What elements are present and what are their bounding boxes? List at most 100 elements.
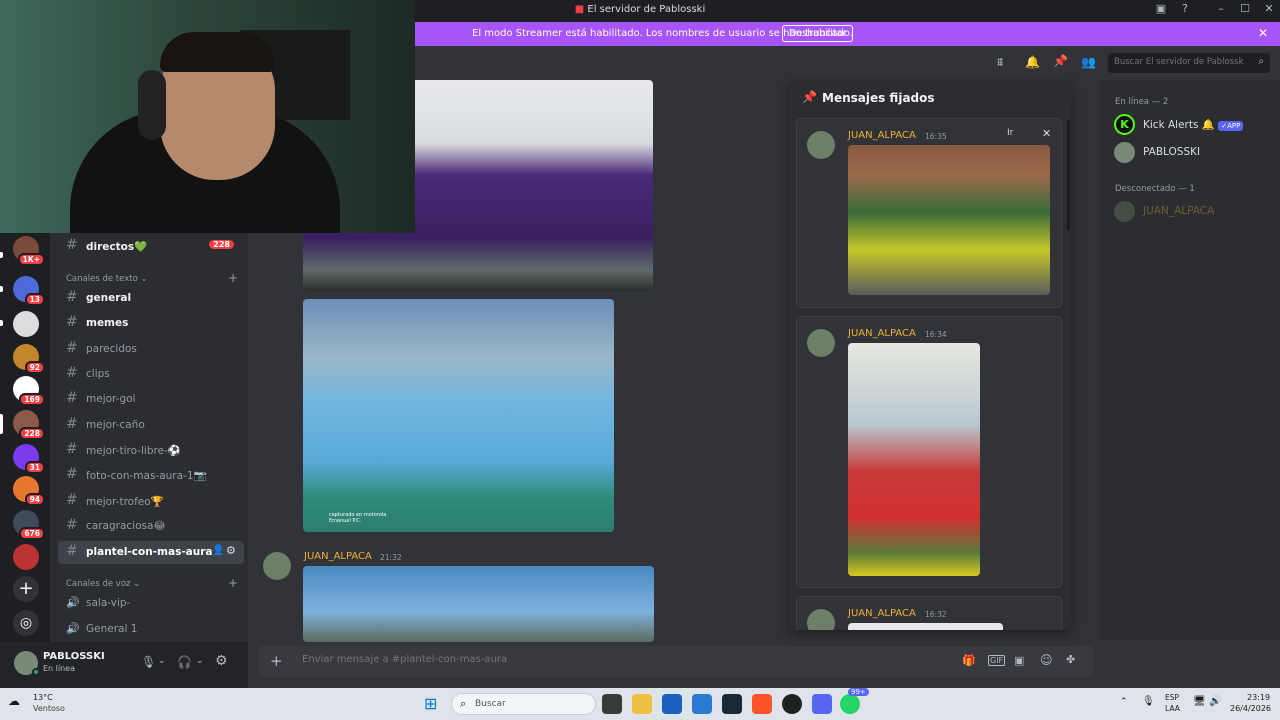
message-author[interactable]: JUAN_ALPACA xyxy=(304,551,372,562)
message-author[interactable]: JUAN_ALPACA xyxy=(848,130,916,141)
weather-temp[interactable]: 13°C xyxy=(33,693,53,702)
message-composer[interactable]: + 🎁 GIF ▣ ☺ ✤ xyxy=(258,646,1094,678)
gif-icon[interactable]: GIF xyxy=(988,655,1006,666)
file-explorer-icon[interactable] xyxy=(632,694,652,714)
member-juan-alpaca[interactable]: JUAN_ALPACA xyxy=(1143,205,1214,217)
text-category-header[interactable]: Canales de texto ⌄ xyxy=(66,274,148,284)
pinned-photo[interactable] xyxy=(848,145,1050,295)
emoji-icon[interactable]: ☺ xyxy=(1040,653,1053,667)
server-icon[interactable]: 94 xyxy=(13,476,45,506)
pin-icon[interactable]: 📌 xyxy=(1053,54,1068,68)
add-text-channel-icon[interactable]: + xyxy=(228,271,238,285)
channel-directos[interactable]: # directos💚 228 xyxy=(58,235,244,258)
voice-channel-general-1[interactable]: 🔊 General 1 xyxy=(58,618,244,641)
store-icon[interactable] xyxy=(662,694,682,714)
channel-caragraciosa[interactable]: # caragraciosa😂 xyxy=(58,515,244,538)
voice-channel-sala-vip[interactable]: 🔊 sala-vip- xyxy=(58,592,244,615)
keyboard-layout[interactable]: LAA xyxy=(1165,704,1180,713)
message-author[interactable]: JUAN_ALPACA xyxy=(848,328,916,339)
add-attachment-icon[interactable]: + xyxy=(270,652,283,670)
search-icon[interactable]: ⌕ xyxy=(1258,56,1264,67)
apps-icon[interactable]: ✤ xyxy=(1066,653,1075,666)
message-author[interactable]: JUAN_ALPACA xyxy=(848,608,916,619)
scrollbar[interactable] xyxy=(1067,120,1070,230)
microphone-icon[interactable]: 🎙 xyxy=(1142,696,1155,707)
clock-date[interactable]: 26/4/2026 xyxy=(1230,704,1271,713)
unpin-close-icon[interactable]: ✕ xyxy=(1042,127,1051,140)
channel-mejor-cano[interactable]: # mejor-caño xyxy=(58,414,244,437)
channel-mejor-gol[interactable]: # mejor-gol xyxy=(58,388,244,411)
avatar[interactable] xyxy=(807,131,835,159)
server-icon[interactable]: 1K+ xyxy=(13,236,45,266)
taskbar-search[interactable]: ⌕ Buscar xyxy=(451,693,596,715)
avatar[interactable] xyxy=(1114,142,1135,163)
network-icon[interactable]: 🖥 xyxy=(1193,696,1206,707)
add-server-icon[interactable]: + xyxy=(13,576,39,602)
volume-icon[interactable]: 🔊 xyxy=(1209,696,1221,707)
server-icon[interactable] xyxy=(13,544,39,570)
channel-mejor-tiro-libre[interactable]: # mejor-tiro-libre-⚽ xyxy=(58,439,244,462)
clock-time[interactable]: 23:19 xyxy=(1247,693,1270,702)
help-icon[interactable]: ? xyxy=(1174,2,1196,20)
member-kick-alerts[interactable]: Kick Alerts 🔔 ✓APP xyxy=(1143,118,1244,131)
kick-avatar[interactable]: K xyxy=(1114,114,1135,135)
threads-icon[interactable]: ⩩ xyxy=(997,55,1003,70)
microphone-icon[interactable]: 🎙 xyxy=(141,655,156,669)
channel-parecidos[interactable]: # parecidos xyxy=(58,338,244,361)
message-input[interactable] xyxy=(302,654,902,665)
disable-streamer-button[interactable]: Deshabilitar xyxy=(782,25,854,42)
jump-to-message-button[interactable]: Ir xyxy=(1007,128,1013,138)
inbox-icon[interactable]: ▣ xyxy=(1150,2,1172,20)
member-list-icon[interactable]: 👥 xyxy=(1081,55,1096,69)
channel-foto-con-mas-aura[interactable]: # foto-con-mas-aura-1📷 xyxy=(58,464,244,487)
settings-gear-icon[interactable]: ⚙ xyxy=(226,544,236,557)
task-view-icon[interactable] xyxy=(602,694,622,714)
pinned-photo[interactable] xyxy=(848,623,1003,630)
trophy-photo[interactable] xyxy=(303,566,654,642)
server-icon[interactable]: 13 xyxy=(13,276,45,306)
search-input[interactable] xyxy=(1114,57,1244,67)
maximize-button[interactable]: ☐ xyxy=(1234,2,1256,20)
sticker-icon[interactable]: ▣ xyxy=(1014,654,1024,667)
add-voice-channel-icon[interactable]: + xyxy=(228,576,238,590)
avatar[interactable] xyxy=(807,329,835,357)
search-box[interactable]: ⌕ xyxy=(1108,53,1270,73)
pinned-message[interactable]: JUAN_ALPACA 16:34 xyxy=(796,316,1062,588)
minimize-button[interactable]: – xyxy=(1210,2,1232,20)
discord-icon[interactable] xyxy=(812,694,832,714)
headphones-icon[interactable]: 🎧 xyxy=(177,655,192,669)
gift-icon[interactable]: 🎁 xyxy=(962,654,976,667)
channel-memes[interactable]: # memes xyxy=(58,312,244,335)
channel-clips[interactable]: # clips xyxy=(58,363,244,386)
channel-plantel-con-mas-aura[interactable]: # plantel-con-mas-aura 👤 ⚙ xyxy=(58,541,244,564)
close-window-button[interactable]: ✕ xyxy=(1258,2,1280,20)
user-settings-gear-icon[interactable]: ⚙ xyxy=(215,653,228,669)
chevron-down-icon[interactable]: ⌄ xyxy=(158,656,166,666)
language-indicator[interactable]: ESP xyxy=(1165,693,1179,702)
server-icon[interactable]: 228 xyxy=(13,410,45,440)
invite-icon[interactable]: 👤 xyxy=(212,545,224,556)
pinned-message[interactable]: JUAN_ALPACA 16:35 Ir ✕ xyxy=(796,118,1062,308)
server-icon[interactable]: 31 xyxy=(13,444,45,474)
channel-general[interactable]: # general xyxy=(58,287,244,310)
pinned-photo[interactable] xyxy=(848,343,980,576)
server-icon[interactable] xyxy=(13,311,39,337)
server-icon[interactable]: 92 xyxy=(13,344,45,374)
chevron-up-icon[interactable]: ⌃ xyxy=(1120,697,1128,707)
start-icon[interactable]: ⊞ xyxy=(424,694,437,713)
avatar[interactable] xyxy=(1114,201,1135,222)
voice-category-header[interactable]: Canales de voz ⌄ xyxy=(66,579,140,589)
pinned-message[interactable]: JUAN_ALPACA 16:32 xyxy=(796,596,1062,630)
avatar[interactable] xyxy=(263,552,291,580)
bell-icon[interactable]: 🔔 xyxy=(1025,55,1040,69)
whatsapp-icon[interactable]: 99+ xyxy=(840,688,869,714)
steam-icon[interactable] xyxy=(722,694,742,714)
server-icon[interactable]: 676 xyxy=(13,510,45,540)
team-photo-lightblue[interactable]: capturado en motorola Emanuel P.C. xyxy=(303,299,614,532)
chevron-down-icon[interactable]: ⌄ xyxy=(196,656,204,666)
outlook-icon[interactable] xyxy=(692,694,712,714)
server-icon[interactable]: 169 xyxy=(13,376,45,406)
brave-icon[interactable] xyxy=(752,694,772,714)
close-banner-icon[interactable]: ✕ xyxy=(1258,26,1268,40)
member-pablosski[interactable]: PABLOSSKI xyxy=(1143,146,1200,158)
